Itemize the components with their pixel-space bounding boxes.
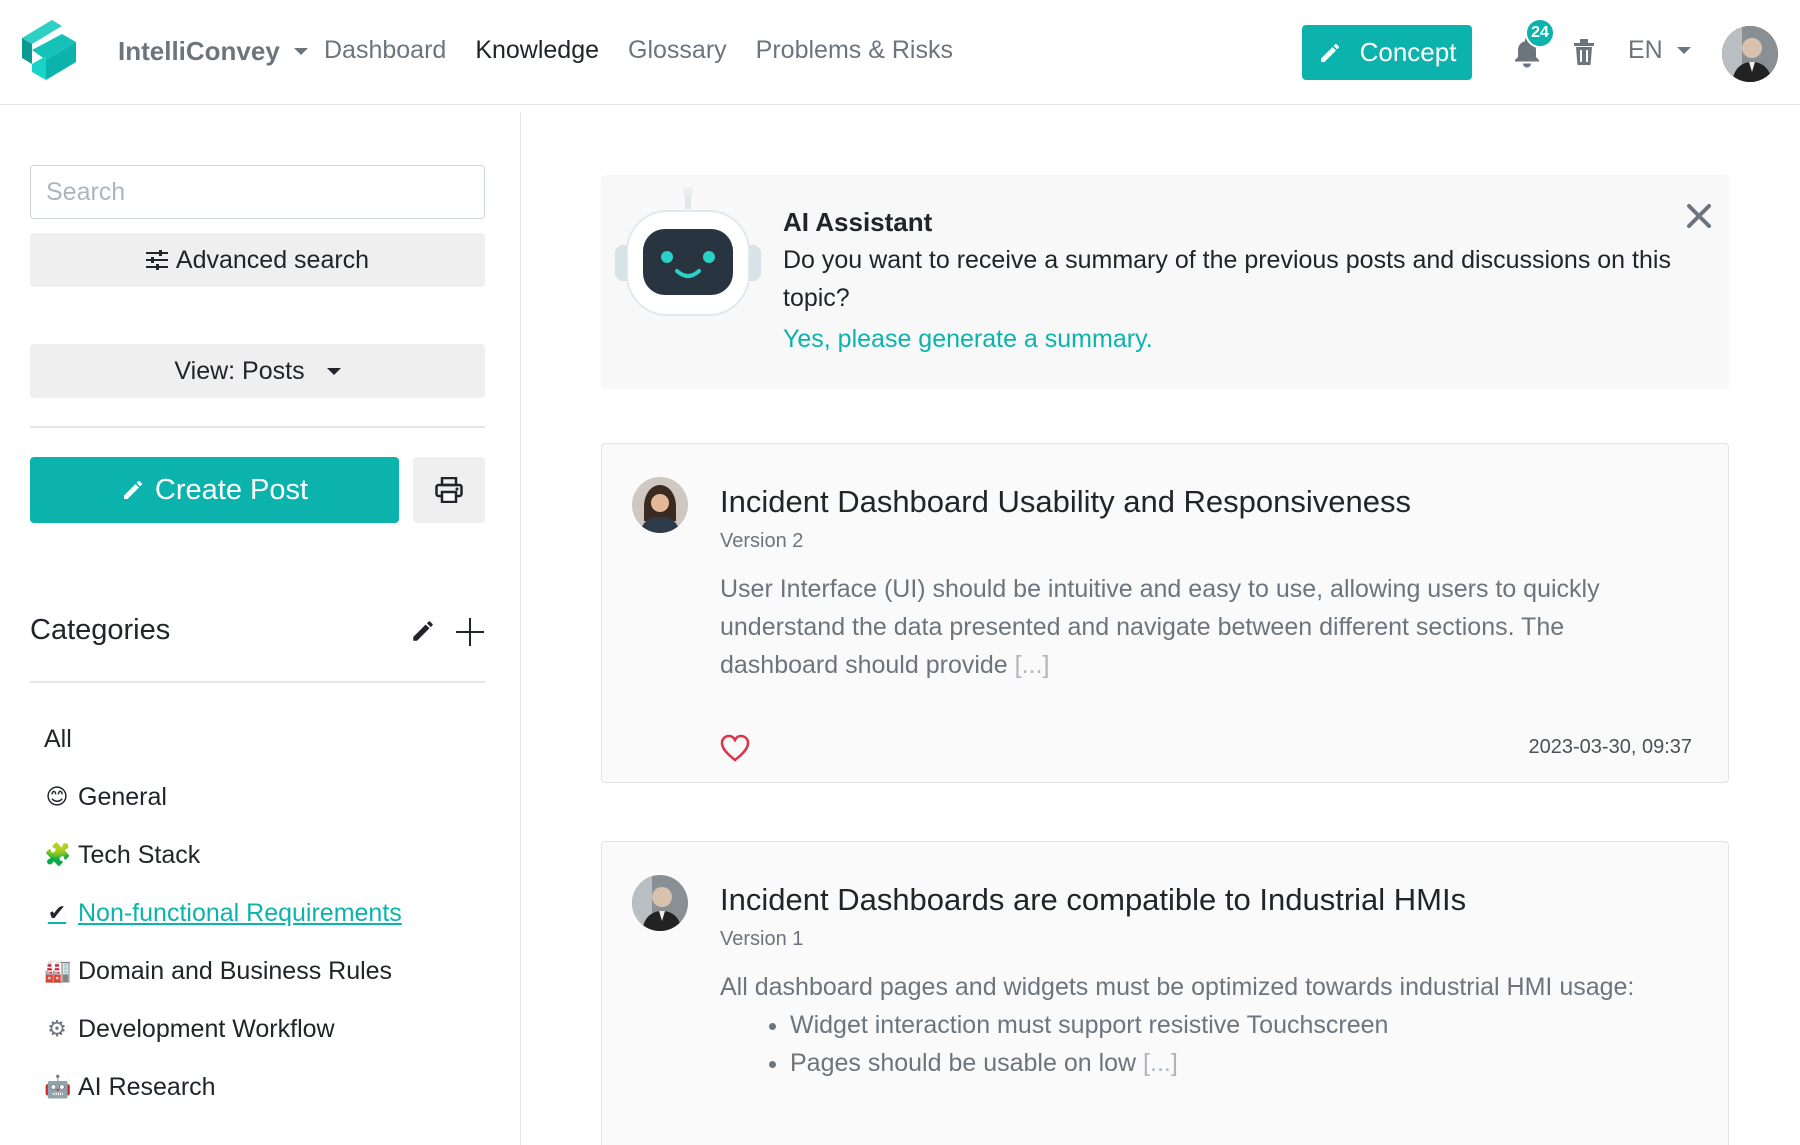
post-card[interactable]: Incident Dashboard Usability and Respons… xyxy=(601,443,1729,783)
brand-logo-icon[interactable] xyxy=(22,20,76,82)
category-label: All xyxy=(44,724,72,753)
author-avatar-icon xyxy=(632,875,688,931)
post-version: Version 2 xyxy=(720,530,804,552)
puzzle-icon: 🧩 xyxy=(44,842,72,867)
category-label: Development Workflow xyxy=(78,1014,335,1043)
post-timestamp: 2023-03-30, 09:37 xyxy=(1528,736,1692,758)
post-bullet-list: Widget interaction must support resistiv… xyxy=(720,1006,1680,1082)
category-item-ai-research[interactable]: 🤖 AI Research xyxy=(44,1058,402,1116)
category-item-development-workflow[interactable]: ⚙ Development Workflow xyxy=(44,1000,402,1058)
nav-knowledge[interactable]: Knowledge xyxy=(475,36,599,65)
advanced-search-label: Advanced search xyxy=(175,245,370,274)
search-input[interactable] xyxy=(30,165,485,219)
user-avatar[interactable] xyxy=(1722,26,1778,82)
smile-icon: 😊 xyxy=(45,784,69,809)
create-post-label: Create Post xyxy=(154,473,309,506)
checkmark-icon: ✔ xyxy=(47,900,67,925)
main-nav: Dashboard Knowledge Glossary Problems & … xyxy=(324,36,982,65)
project-name: IntelliConvey xyxy=(118,36,280,66)
concept-label: Concept xyxy=(1359,37,1457,67)
generate-summary-link[interactable]: Yes, please generate a summary. xyxy=(783,325,1153,354)
pencil-icon xyxy=(1320,43,1339,62)
gear-icon: ⚙ xyxy=(47,1016,67,1041)
category-item-general[interactable]: 😊 General xyxy=(44,768,402,826)
notification-badge: 24 xyxy=(1525,18,1555,48)
post-excerpt: User Interface (UI) should be intuitive … xyxy=(720,570,1680,684)
language-label: EN xyxy=(1628,36,1663,64)
bullet-text: Widget interaction must support resistiv… xyxy=(790,1011,1389,1039)
post-excerpt-text: All dashboard pages and widgets must be … xyxy=(720,973,1635,1001)
heart-icon[interactable] xyxy=(720,734,750,762)
top-navbar: IntelliConvey Dashboard Knowledge Glossa… xyxy=(0,0,1800,105)
view-selector[interactable]: View: Posts xyxy=(30,344,485,398)
sliders-icon xyxy=(145,250,168,270)
factory-icon: 🏭 xyxy=(44,958,72,983)
post-card[interactable]: Incident Dashboards are compatible to In… xyxy=(601,841,1729,1145)
create-post-button[interactable]: Create Post xyxy=(30,457,399,523)
category-list: All 😊 General 🧩 Tech Stack ✔ Non-functio… xyxy=(44,710,402,1116)
category-label: AI Research xyxy=(78,1072,216,1101)
nav-problems-risks[interactable]: Problems & Risks xyxy=(756,36,953,65)
ai-assistant-text: Do you want to receive a summary of the … xyxy=(783,246,1671,312)
sidebar-separator xyxy=(30,426,485,428)
post-version: Version 1 xyxy=(720,928,804,950)
post-title[interactable]: Incident Dashboards are compatible to In… xyxy=(720,882,1466,918)
project-selector[interactable]: IntelliConvey xyxy=(118,36,308,67)
read-more-ellipsis[interactable]: [...] xyxy=(1143,1049,1178,1077)
pencil-icon xyxy=(123,481,142,499)
edit-categories-icon[interactable] xyxy=(410,618,436,644)
ai-assistant-card: AI Assistant Do you want to receive a su… xyxy=(601,175,1729,389)
sidebar-divider xyxy=(520,112,521,1145)
chevron-down-icon xyxy=(1676,47,1691,54)
nav-dashboard[interactable]: Dashboard xyxy=(324,36,446,65)
view-label: View: Posts xyxy=(174,356,305,385)
chevron-down-icon xyxy=(326,367,341,375)
advanced-search-button[interactable]: Advanced search xyxy=(30,233,485,287)
category-item-non-functional-requirements[interactable]: ✔ Non-functional Requirements xyxy=(44,884,402,942)
language-selector[interactable]: EN xyxy=(1628,36,1691,65)
close-icon[interactable] xyxy=(1686,203,1712,229)
author-avatar-icon xyxy=(632,477,688,533)
categories-separator xyxy=(30,681,485,683)
category-label: Domain and Business Rules xyxy=(78,956,393,985)
list-item: Widget interaction must support resistiv… xyxy=(790,1006,1680,1044)
user-avatar-icon xyxy=(1722,26,1778,82)
category-item-all[interactable]: All xyxy=(44,710,402,768)
concept-button[interactable]: Concept xyxy=(1302,25,1472,80)
chevron-down-icon xyxy=(293,48,308,55)
robot-icon: 🤖 xyxy=(44,1074,72,1099)
category-item-tech-stack[interactable]: 🧩 Tech Stack xyxy=(44,826,402,884)
post-excerpt: All dashboard pages and widgets must be … xyxy=(720,968,1680,1082)
printer-icon xyxy=(435,477,463,503)
post-title[interactable]: Incident Dashboard Usability and Respons… xyxy=(720,484,1411,520)
category-label: Non-functional Requirements xyxy=(78,898,402,927)
category-label: Tech Stack xyxy=(78,840,201,869)
post-excerpt-text: User Interface (UI) should be intuitive … xyxy=(720,575,1600,679)
bullet-text: Pages should be usable on low xyxy=(790,1049,1137,1077)
robot-icon xyxy=(615,187,761,316)
category-item-domain-business-rules[interactable]: 🏭 Domain and Business Rules xyxy=(44,942,402,1000)
read-more-ellipsis[interactable]: [...] xyxy=(1015,651,1050,679)
category-label: General xyxy=(78,782,167,811)
author-avatar xyxy=(632,875,688,931)
trash-icon[interactable] xyxy=(1572,38,1596,66)
print-button[interactable] xyxy=(413,457,485,523)
ai-assistant-title: AI Assistant xyxy=(783,207,933,237)
list-item: Pages should be usable on low [...] xyxy=(790,1044,1680,1082)
author-avatar xyxy=(632,477,688,533)
nav-glossary[interactable]: Glossary xyxy=(628,36,727,65)
add-category-icon[interactable] xyxy=(454,616,486,648)
categories-title: Categories xyxy=(30,614,171,646)
